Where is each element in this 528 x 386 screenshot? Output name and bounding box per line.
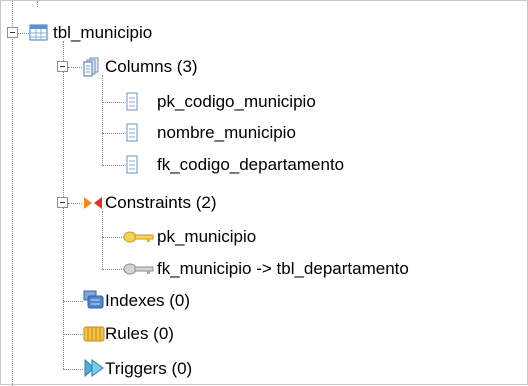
constraint-label: fk_municipio -> tbl_departamento [157, 259, 409, 278]
tree-connector [102, 75, 103, 165]
tree-node-columns[interactable]: Columns (3) [105, 55, 198, 79]
collapse-table-toggle[interactable] [7, 27, 18, 38]
tree-node-constraints[interactable]: Constraints (2) [105, 191, 216, 215]
tree-connector [63, 334, 83, 335]
tree-connector [102, 211, 103, 269]
column-label: pk_codigo_municipio [157, 92, 316, 111]
constraint-label: pk_municipio [157, 227, 257, 246]
tree-connector [68, 203, 82, 204]
tree-connector [102, 165, 124, 166]
tree-node-triggers[interactable]: Triggers (0) [105, 357, 192, 381]
tree-connector [102, 269, 124, 270]
constraints-label: Constraints (2) [105, 193, 217, 212]
tree-connector [17, 33, 29, 34]
table-icon [29, 24, 49, 42]
tree-connector [63, 301, 83, 302]
column-icon [126, 155, 138, 174]
tree-connector [12, 1, 13, 386]
collapse-constraints-toggle[interactable] [57, 197, 68, 208]
primary-key-icon [123, 230, 155, 244]
column-icon [126, 123, 138, 142]
rules-icon [83, 324, 105, 344]
triggers-icon [83, 358, 105, 378]
triggers-label: Triggers (0) [105, 359, 193, 378]
tree-panel: tbl_municipio Columns (3) pk_codigo_muni… [0, 0, 528, 386]
column-label: nombre_municipio [157, 123, 296, 142]
columns-icon [83, 57, 101, 77]
indexes-label: Indexes (0) [105, 291, 191, 310]
tree-connector [102, 133, 124, 134]
constraint-item-primary-key[interactable]: pk_municipio [157, 225, 256, 249]
foreign-key-icon [123, 262, 155, 276]
tree-node-rules[interactable]: Rules (0) [105, 322, 174, 346]
constraint-item-foreign-key[interactable]: fk_municipio -> tbl_departamento [157, 257, 409, 281]
tree-connector [68, 67, 82, 68]
table-label: tbl_municipio [53, 23, 153, 42]
collapse-columns-toggle[interactable] [57, 61, 68, 72]
column-icon [126, 92, 138, 111]
rules-label: Rules (0) [105, 324, 174, 343]
indexes-icon [83, 290, 105, 310]
column-item[interactable]: fk_codigo_departamento [157, 153, 344, 177]
constraints-icon [83, 194, 103, 212]
tree-connector [63, 369, 83, 370]
tree-connector [102, 237, 124, 238]
tree-node-indexes[interactable]: Indexes (0) [105, 289, 190, 313]
column-item[interactable]: pk_codigo_municipio [157, 90, 316, 114]
column-item[interactable]: nombre_municipio [157, 121, 296, 145]
tree-connector [102, 102, 124, 103]
column-label: fk_codigo_departamento [157, 155, 345, 174]
tree-node-table[interactable]: tbl_municipio [53, 21, 152, 45]
tree-connector [37, 1, 38, 7]
columns-label: Columns (3) [105, 57, 198, 76]
